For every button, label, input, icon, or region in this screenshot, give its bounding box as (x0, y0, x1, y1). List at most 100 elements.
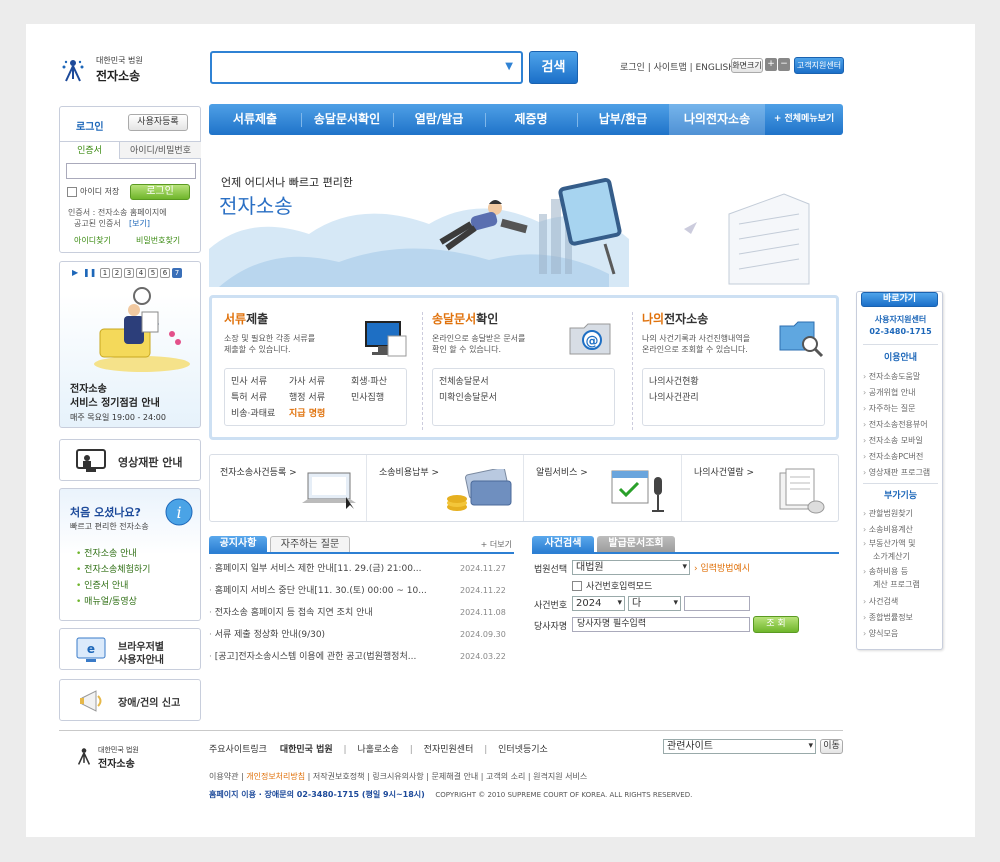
quick-notification[interactable]: 알림서비스 > (524, 455, 682, 521)
footer-site-link[interactable]: 인터넷등기소 (498, 745, 548, 755)
tab-notice[interactable]: 공지사항 (209, 536, 267, 552)
related-site-select[interactable]: 관련사이트 (663, 739, 816, 754)
link-rehab[interactable]: 회생·파산 (351, 377, 387, 387)
first-visit-link-4[interactable]: • 매뉴얼/동영상 (76, 594, 150, 610)
service-document-submit[interactable]: 서류제출 소장 및 필요한 각종 서류를 제출할 수 있습니다. 민사 서류 가사… (224, 310, 414, 430)
right-link[interactable]: 소송비용계산 (863, 522, 920, 538)
chevron-down-icon[interactable]: ▼ (505, 61, 513, 72)
pager-6[interactable]: 6 (160, 268, 170, 278)
link-execution[interactable]: 민사집행 (351, 393, 384, 403)
case-type-select[interactable]: 다 (628, 596, 681, 611)
login-link[interactable]: 로그인 (620, 63, 645, 73)
case-search-button[interactable]: 조 회 (753, 616, 799, 633)
login-button[interactable]: 로그인 (130, 184, 190, 200)
quick-my-case-view[interactable]: 나의사건열람 > (682, 455, 839, 521)
pager-2[interactable]: 2 (112, 268, 122, 278)
pager-1[interactable]: 1 (100, 268, 110, 278)
register-button[interactable]: 사용자등록 (128, 114, 188, 131)
footer-privacy-link[interactable]: 개인정보처리방침 (246, 772, 305, 781)
first-visit-link-1[interactable]: • 전자소송 안내 (76, 546, 150, 562)
notice-item[interactable]: · 홈페이지 일부 서비스 제한 안내[11. 29.(금) 21:00... 2… (209, 558, 514, 580)
pager-3[interactable]: 3 (124, 268, 134, 278)
right-link[interactable]: 전자소송도움말 (863, 369, 930, 385)
right-link[interactable]: 양식모음 (863, 626, 920, 642)
first-visit-link-3[interactable]: • 인증서 안내 (76, 578, 150, 594)
first-visit-link-2[interactable]: • 전자소송체험하기 (76, 562, 150, 578)
right-link[interactable]: 공개위협 안내 (863, 385, 930, 401)
save-id-checkbox[interactable] (67, 187, 77, 197)
pager-4[interactable]: 4 (136, 268, 146, 278)
notice-item[interactable]: · 홈페이지 서비스 중단 안내[11. 30.(토) 00:00 ~ 10..… (209, 580, 514, 602)
cert-input[interactable] (66, 163, 196, 179)
footer-policy-link[interactable]: 링크시유의사항 (372, 772, 424, 781)
notice-item[interactable]: · [공고]전자소송시스템 이용에 관한 공고(법원행정처... 2024.03.… (209, 646, 514, 668)
play-icon[interactable]: ▶ (72, 268, 78, 277)
right-link[interactable]: 영상재판 프로그램 (863, 465, 930, 481)
find-pw-link[interactable]: 비밀번호찾기 (136, 235, 180, 246)
court-select[interactable]: 대법원 (572, 560, 690, 575)
zoom-out-button[interactable]: − (778, 58, 790, 71)
notice-item[interactable]: · 서류 제출 정상화 안내(9/30) 2024.09.30 (209, 624, 514, 646)
tab-case-search[interactable]: 사건검색 (532, 536, 594, 552)
maintenance-banner[interactable]: ▶ ❚❚ 1 2 3 4 5 6 7 전자소송 서비스 정기점검 안내 매주 목… (59, 261, 201, 428)
footer-site-link[interactable]: 나홀로소송 (357, 745, 398, 755)
footer-policy-link[interactable]: 문제해결 안내 (432, 772, 479, 781)
nav-item-6[interactable]: 나의전자소송 (669, 104, 765, 135)
right-link[interactable]: 전자소송 모바일 (863, 433, 930, 449)
service-delivery-confirm[interactable]: 송달문서확인 온라인으로 송달받은 문서를 확인 할 수 있습니다. @ 전체송… (432, 310, 622, 430)
tab-id-password[interactable]: 아이디/비밀번호 (120, 141, 201, 159)
footer-policy-link[interactable]: 이용약관 (209, 772, 238, 781)
footer-site-link[interactable]: 대한민국 법원 (280, 745, 333, 755)
link-my-case-manage[interactable]: 나의사건관리 (649, 390, 818, 406)
case-number-input[interactable] (684, 596, 750, 611)
pager-5[interactable]: 5 (148, 268, 158, 278)
support-center-button[interactable]: 고객지원센터 (794, 57, 844, 74)
link-admin[interactable]: 행정 서류 (289, 390, 351, 406)
link-payment-order[interactable]: 지급 명령 (289, 406, 351, 422)
right-link[interactable]: 자주하는 질문 (863, 401, 930, 417)
link-patent[interactable]: 특허 서류 (231, 390, 289, 406)
link-civil[interactable]: 민사 서류 (231, 374, 289, 390)
footer-policy-link[interactable]: 원격지원 서비스 (533, 772, 587, 781)
quick-case-register[interactable]: 전자소송사건등록 > (210, 455, 367, 521)
pager-7[interactable]: 7 (172, 268, 182, 278)
pause-icon[interactable]: ❚❚ (83, 268, 96, 277)
input-help-link[interactable]: › 입력방법예시 (694, 561, 750, 574)
case-mode-checkbox[interactable] (572, 581, 582, 591)
find-id-link[interactable]: 아이디찾기 (74, 235, 111, 246)
cert-notice-link[interactable]: [보기] (129, 218, 150, 229)
footer-policy-link[interactable]: 저작권보호정책 (313, 772, 365, 781)
footer-site-link[interactable]: 전자민원센터 (424, 745, 474, 755)
english-link[interactable]: ENGLISH (696, 63, 736, 73)
browser-guide-button[interactable]: e 브라우저별 사용자안내 (59, 628, 201, 670)
right-link[interactable]: 부동산가액 및 (863, 538, 920, 550)
link-unread-delivery[interactable]: 미확인송달문서 (439, 390, 608, 406)
service-my-litigation[interactable]: 나의전자소송 나의 사건기록과 사건진행내역을 온라인으로 조회할 수 있습니다… (642, 310, 832, 430)
fault-report-button[interactable]: 장애/건의 신고 (59, 679, 201, 721)
logo[interactable]: 대한민국 법원 전자소송 (60, 55, 150, 85)
nav-item-3[interactable]: 열람/발급 (393, 104, 485, 135)
nav-item-1[interactable]: 서류제출 (209, 104, 301, 135)
notice-item[interactable]: · 전자소송 홈페이지 등 접속 지연 조치 안내 2024.11.08 (209, 602, 514, 624)
tab-issued-docs[interactable]: 발급문서조회 (597, 536, 675, 552)
right-link[interactable]: 종합법률정보 (863, 610, 920, 626)
year-select[interactable]: 2024 (572, 596, 625, 611)
link-family[interactable]: 가사 서류 (289, 374, 351, 390)
search-button[interactable]: 검색 (529, 51, 578, 84)
right-link[interactable]: 송하비용 등 (863, 566, 920, 578)
nav-item-2[interactable]: 송달문서확인 (301, 104, 393, 135)
right-link-cont[interactable]: 소가계산기 (863, 550, 920, 566)
notice-more-link[interactable]: + 더보기 (481, 539, 512, 550)
right-link[interactable]: 사건검색 (863, 594, 920, 610)
all-menu-button[interactable]: + 전체메뉴보기 (765, 104, 843, 135)
right-link[interactable]: 전자소송전용뷰어 (863, 417, 930, 433)
tab-cert[interactable]: 인증서 (60, 141, 120, 159)
zoom-in-button[interactable]: + (765, 58, 777, 71)
right-link[interactable]: 전자소송PC버전 (863, 449, 930, 465)
footer-policy-link[interactable]: 고객의 소리 (486, 772, 525, 781)
nav-item-4[interactable]: 제증명 (485, 104, 577, 135)
link-my-case-status[interactable]: 나의사건현황 (649, 374, 818, 390)
sitemap-link[interactable]: 사이트맵 (654, 63, 687, 73)
link-all-delivery[interactable]: 전체송달문서 (439, 374, 608, 390)
nav-item-5[interactable]: 납부/환급 (577, 104, 669, 135)
